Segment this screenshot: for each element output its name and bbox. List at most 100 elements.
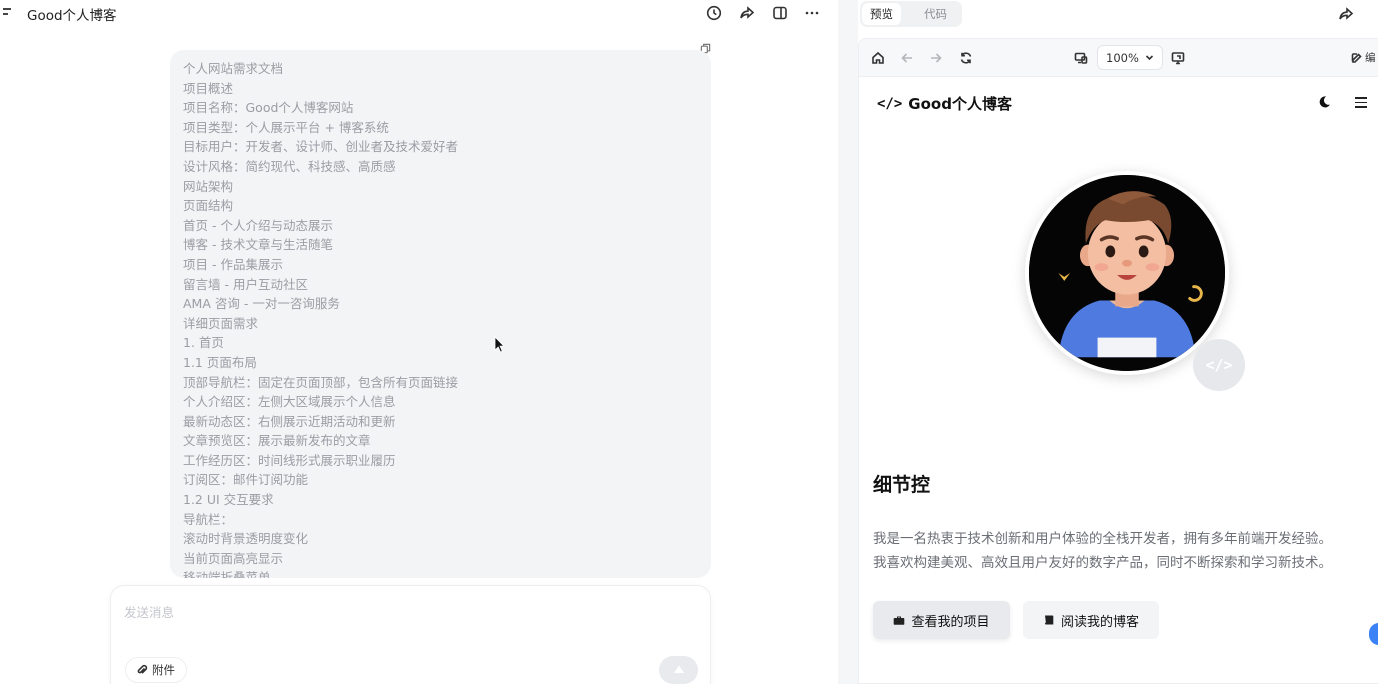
avatar — [1025, 171, 1229, 375]
code-icon: </> — [1205, 356, 1233, 374]
refresh-icon — [960, 52, 972, 64]
message-line: 目标用户：开发者、设计师、创业者及技术爱好者 — [183, 139, 459, 155]
message-line: 顶部导航栏：固定在页面顶部，包含所有页面链接 — [183, 374, 459, 390]
message-line: 详细页面需求 — [183, 315, 259, 331]
message-line: 个人网站需求文档 — [183, 61, 284, 76]
responsive-device-icon — [1074, 52, 1088, 64]
conversation-title: Good个人博客 — [27, 8, 117, 24]
website-preview: </> Good个人博客 </> 细节控 我是一名热衷于技术创新和用户体验的全栈… — [859, 77, 1378, 683]
history-button[interactable] — [704, 3, 724, 23]
edit-button[interactable]: 编 — [1351, 50, 1376, 65]
forward-button[interactable] — [928, 50, 944, 66]
reload-button[interactable] — [958, 50, 974, 66]
message-line: 首页 - 个人介绍与动态展示 — [183, 217, 333, 233]
sidebar-toggle-icon[interactable] — [3, 5, 17, 19]
preview-share-button[interactable] — [1336, 4, 1356, 24]
send-button[interactable] — [659, 656, 698, 684]
message-line: 设计风格：简约现代、科技感、高质感 — [183, 158, 396, 174]
chevron-down-icon — [1145, 55, 1153, 61]
zoom-value: 100% — [1106, 50, 1139, 65]
message-text: 个人网站需求文档 项目概述项目名称：Good个人博客网站项目类型：个人展示平台 +… — [183, 59, 701, 578]
browser-toolbar: 100% 编 — [859, 39, 1378, 77]
mouse-pointer-icon — [494, 336, 505, 353]
message-line: 工作经历区：时间线形式展示职业履历 — [183, 452, 396, 468]
message-line: 最新动态区：右侧展示近期活动和更新 — [183, 413, 396, 429]
preview-browser: 100% 编 </> Good个人博客 </> 细节控 我是一名热衷于技术创新和… — [858, 38, 1378, 684]
message-line: 1.1 页面布局 — [183, 354, 257, 370]
message-line: 1.2 UI 交互要求 — [183, 492, 274, 508]
message-line: 项目类型：个人展示平台 + 博客系统 — [183, 119, 389, 135]
floating-help-button[interactable] — [1369, 623, 1378, 645]
hero-headline: 细节控 — [873, 474, 931, 496]
message-line: AMA 咨询 - 一对一咨询服务 — [183, 296, 340, 312]
split-panel-icon — [773, 6, 787, 20]
briefcase-icon — [894, 616, 905, 625]
arrow-right-icon — [931, 53, 942, 63]
clock-icon — [706, 5, 722, 21]
arrow-left-icon — [901, 53, 912, 63]
tab-preview[interactable]: 预览 — [862, 3, 901, 25]
edit-label: 编 — [1365, 52, 1376, 64]
code-icon: </> — [877, 95, 903, 112]
share-icon — [740, 6, 755, 19]
share-button[interactable] — [737, 3, 757, 23]
zoom-select[interactable]: 100% — [1097, 45, 1163, 70]
paperclip-icon — [137, 664, 148, 674]
home-button[interactable] — [870, 50, 886, 66]
preview-pane: 预览 代码 100% 编 </> Good个人博客 </> 细节控 我是一名热衷… — [858, 0, 1378, 684]
toggle-preview-button[interactable] — [770, 3, 790, 23]
message-line: 1. 首页 — [183, 335, 224, 351]
message-line: 项目名称：Good个人博客网站 — [183, 100, 354, 116]
message-line: 订阅区：邮件订阅功能 — [183, 472, 309, 488]
site-logo[interactable]: </> Good个人博客 — [877, 93, 1012, 114]
app-window: Good个人博客 个人网站需求文档 项目概述项目名称：Good个人博客网站项目类型… — [0, 0, 1378, 684]
message-line: 网站架构 — [183, 178, 234, 194]
bio-line: 我是一名热衷于技术创新和用户体验的全栈开发者，拥有多年前端开发经验。 — [873, 531, 1332, 547]
tab-code[interactable]: 代码 — [916, 3, 955, 25]
hamburger-menu-icon[interactable] — [1355, 97, 1367, 108]
read-blog-label: 阅读我的博客 — [1060, 614, 1139, 630]
message-line: 当前页面高亮显示 — [183, 550, 284, 566]
view-projects-label: 查看我的项目 — [911, 614, 990, 630]
message-line: 项目概述 — [183, 80, 234, 96]
home-icon — [872, 51, 884, 64]
moon-icon[interactable] — [1317, 95, 1331, 109]
copy-icon[interactable] — [700, 39, 712, 54]
preview-header: 预览 代码 — [858, 0, 1378, 38]
chat-pane: Good个人博客 个人网站需求文档 项目概述项目名称：Good个人博客网站项目类型… — [0, 0, 838, 684]
user-message-bubble: 个人网站需求文档 项目概述项目名称：Good个人博客网站项目类型：个人展示平台 +… — [170, 50, 711, 578]
message-line: 项目 - 作品集展示 — [183, 256, 283, 272]
message-input[interactable]: 发送消息 — [124, 602, 174, 621]
send-arrow-icon — [673, 665, 684, 673]
share-icon — [1339, 7, 1354, 20]
read-blog-button[interactable]: 阅读我的博客 — [1023, 601, 1159, 639]
view-projects-button[interactable]: 查看我的项目 — [873, 601, 1010, 639]
edit-icon — [1351, 52, 1362, 63]
message-line: 移动端折叠菜单 — [183, 570, 271, 578]
message-line: 个人介绍区：左侧大区域展示个人信息 — [183, 394, 396, 410]
message-composer[interactable]: 发送消息 附件 — [110, 585, 711, 684]
more-button[interactable] — [802, 3, 822, 23]
open-external-button[interactable] — [1170, 50, 1186, 66]
site-name: Good个人博客 — [908, 95, 1012, 113]
avatar-illustration — [1029, 175, 1225, 371]
message-line: 博客 - 技术文章与生活随笔 — [183, 237, 333, 253]
code-badge: </> — [1193, 339, 1245, 391]
chat-header: Good个人博客 — [0, 0, 838, 26]
back-button[interactable] — [899, 50, 915, 66]
hero-bio: 我是一名热衷于技术创新和用户体验的全栈开发者，拥有多年前端开发经验。 我喜欢构建… — [873, 527, 1378, 575]
device-toggle-button[interactable] — [1073, 50, 1089, 66]
attach-button[interactable]: 附件 — [125, 657, 187, 683]
message-line: 文章预览区：展示最新发布的文章 — [183, 433, 371, 449]
bio-line: 我喜欢构建美观、高效且用户友好的数字产品，同时不断探索和学习新技术。 — [873, 555, 1332, 571]
monitor-icon — [1171, 52, 1185, 65]
message-line: 留言墙 - 用户互动社区 — [183, 276, 308, 292]
book-icon — [1044, 615, 1054, 625]
pane-divider[interactable] — [838, 0, 858, 684]
message-line: 导航栏： — [183, 511, 234, 527]
more-icon — [805, 11, 819, 15]
message-line: 页面结构 — [183, 198, 234, 214]
message-line: 滚动时背景透明度变化 — [183, 531, 309, 547]
attach-label: 附件 — [152, 663, 175, 677]
view-toggle: 预览 代码 — [860, 1, 962, 27]
